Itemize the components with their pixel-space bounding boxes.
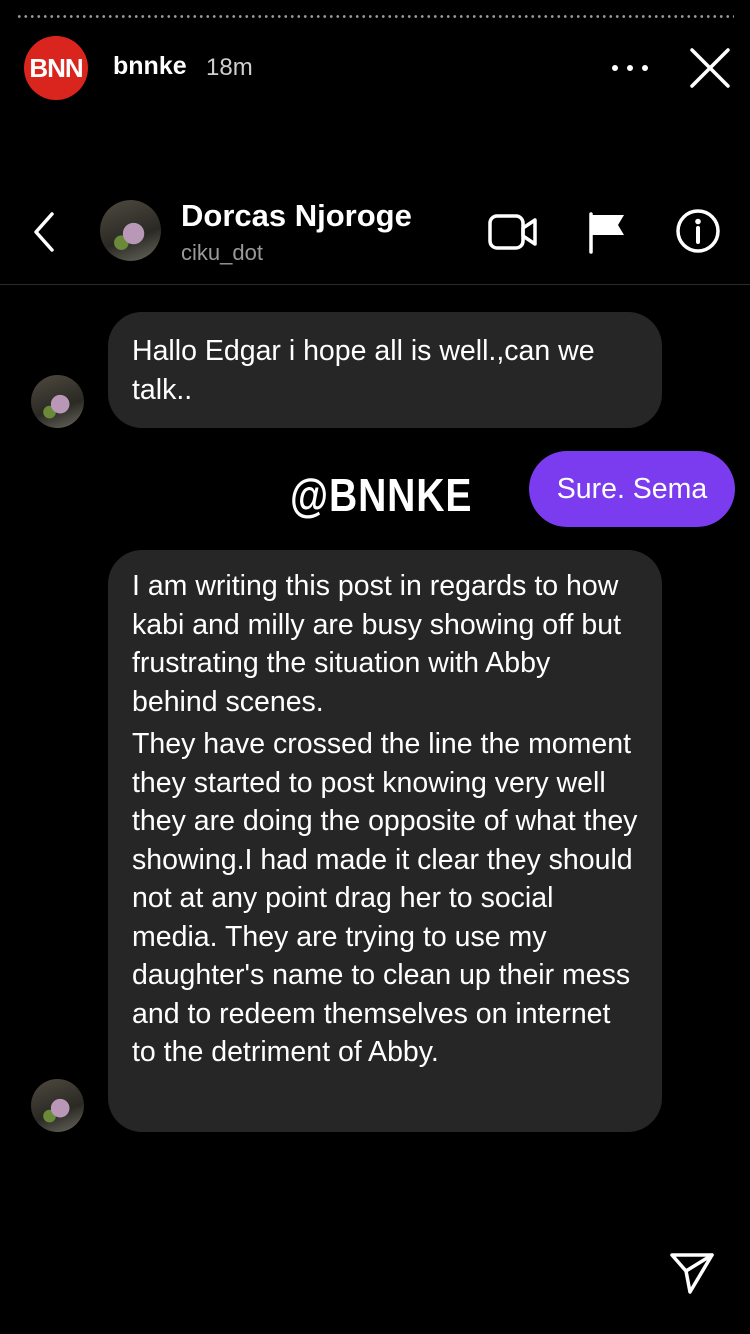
contact-handle: ciku_dot: [181, 240, 263, 265]
received-message-bubble[interactable]: I am writing this post in regards to how…: [108, 550, 662, 1132]
header-divider: [0, 284, 750, 285]
video-call-icon[interactable]: [487, 212, 539, 252]
story-timestamp: 18m: [206, 54, 253, 81]
received-message-bubble[interactable]: Hallo Edgar i hope all is well.,can we t…: [108, 312, 662, 428]
story-avatar-logo[interactable]: BNN: [24, 36, 88, 100]
message-paragraph: I am writing this post in regards to how…: [132, 570, 621, 718]
story-progress-bar: [16, 15, 734, 18]
contact-avatar[interactable]: [100, 200, 161, 261]
story-username[interactable]: bnnke: [113, 52, 187, 81]
send-icon[interactable]: [668, 1250, 716, 1296]
message-text: Hallo Edgar i hope all is well.,can we t…: [132, 335, 595, 406]
message-paragraph: They have crossed the line the moment th…: [132, 728, 638, 1068]
more-horizontal-icon[interactable]: [612, 58, 648, 78]
back-icon[interactable]: [30, 210, 60, 254]
sent-message-bubble[interactable]: Sure. Sema: [529, 451, 735, 527]
close-icon[interactable]: [688, 46, 732, 90]
info-icon[interactable]: [675, 208, 721, 254]
sender-avatar[interactable]: [31, 375, 84, 428]
sender-avatar[interactable]: [31, 1079, 84, 1132]
watermark-text: @BNNKE: [290, 469, 473, 521]
message-text: Sure. Sema: [556, 472, 708, 505]
flag-icon[interactable]: [586, 210, 628, 254]
logo-text: BNN: [29, 52, 83, 83]
contact-name[interactable]: Dorcas Njoroge: [181, 198, 412, 234]
